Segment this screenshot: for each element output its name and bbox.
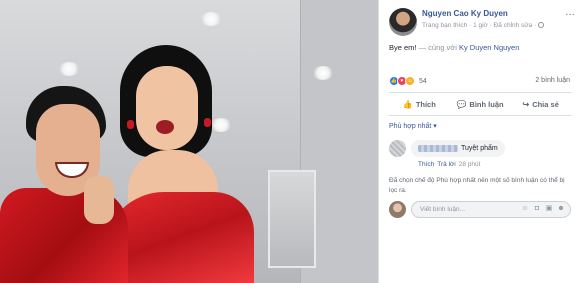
action-bar: 👍 Thích 💬 Bình luận ↪ Chia sẻ [389,92,571,116]
post-message: Bye em! [389,43,417,52]
viewer-avatar [389,201,406,218]
ceiling-light [210,118,232,132]
ceiling-light [58,62,80,76]
post-header: Nguyen Cao Ky Duyen Trang bạn thích · 1 … [389,8,575,38]
globe-icon [538,22,545,28]
comment-composer: Viết bình luận... ☺ ◘ ▣ ☻ [389,201,571,220]
comment-reply-link[interactable]: Trả lời [437,161,455,168]
camera-icon[interactable]: ◘ [533,205,541,213]
sticker-icon[interactable]: ☻ [557,205,565,213]
tagged-user-link[interactable]: Ky Duyen Nguyen [459,43,519,52]
comment-like-link[interactable]: Thích [418,161,434,168]
comment-text: Tuyệt phẩm [461,145,498,152]
comment-item: Tuyệt phẩm Thích Trả lời 28 phút [389,140,571,174]
comment-actions: Thích Trả lời 28 phút [418,161,480,168]
man-hand [84,176,114,224]
commenter-avatar[interactable] [389,140,406,157]
author-name[interactable]: Nguyen Cao Ky Duyen [422,9,508,18]
comment-time[interactable]: 28 phút [459,161,481,168]
comment-icon: 💬 [456,99,467,109]
woman-mouth [156,120,174,134]
woman-face [136,66,198,150]
comment-input[interactable]: Viết bình luận... ☺ ◘ ▣ ☻ [411,201,571,218]
thumbs-up-icon: 👍 [402,99,413,109]
comment-sort-dropdown[interactable]: Phù hợp nhất ▾ [389,122,437,130]
commenter-name-blurred[interactable] [418,145,458,152]
comment-bubble: Tuyệt phẩm [411,140,505,157]
share-label: Chia sẻ [532,99,559,109]
mirror [268,170,316,268]
like-label: Thích [415,99,436,109]
reaction-count: 54 [419,77,427,85]
ceiling-light [312,66,334,80]
post-meta: Trang bạn thích · 1 giờ · Đã chỉnh sửa · [422,22,545,29]
composer-icons: ☺ ◘ ▣ ☻ [521,205,565,213]
comment-placeholder: Viết bình luận... [420,206,466,213]
earring [204,118,211,127]
post-meta-text: Trang bạn thích · 1 giờ · Đã chỉnh sửa · [422,22,537,29]
comment-label: Bình luận [469,99,504,109]
share-button[interactable]: ↪ Chia sẻ [510,93,571,115]
author-avatar[interactable] [389,8,417,36]
gif-icon[interactable]: ▣ [545,205,553,213]
comment-count-link[interactable]: 2 bình luận [535,77,570,84]
haha-icon: ☺ [405,76,415,86]
more-options-icon[interactable]: … [565,8,575,18]
reactions-summary[interactable]: 👍 ♥ ☺ 54 [389,76,427,86]
post-panel: Nguyen Cao Ky Duyen Trang bạn thích · 1 … [378,0,580,283]
like-button[interactable]: 👍 Thích [389,93,450,115]
post-text: Bye em! — cùng với Ky Duyen Nguyen [389,43,519,52]
ceiling-light [200,12,222,26]
earring [127,120,134,129]
comment-button[interactable]: 💬 Bình luận [450,93,511,115]
with-prefix: — cùng với [416,43,459,52]
share-icon: ↪ [522,99,530,109]
post-photo[interactable] [0,0,378,283]
filter-notice: Đã chọn chế độ Phù hợp nhất nên một số b… [389,177,565,194]
emoji-icon[interactable]: ☺ [521,205,529,213]
